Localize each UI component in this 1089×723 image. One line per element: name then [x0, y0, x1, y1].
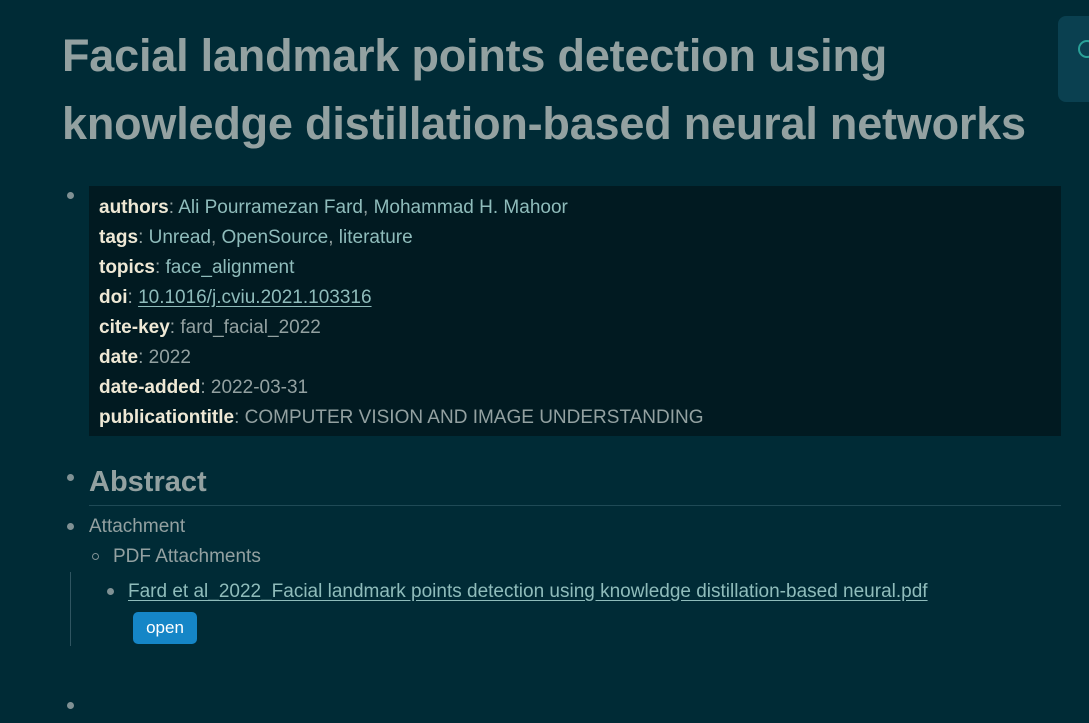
property-key: publicationtitle: [99, 407, 235, 428]
block-bullet[interactable]: [67, 523, 74, 530]
page: Facial landmark points detection using k…: [0, 0, 1089, 723]
property-key: date: [99, 347, 139, 368]
property-publication-title: publicationtitle: COMPUTER VISION AND IM…: [99, 403, 1051, 433]
property-separator: :: [138, 347, 149, 368]
property-cite-key: cite-key: fard_facial_2022: [99, 313, 1051, 343]
property-key: tags: [99, 227, 139, 248]
block-bullet[interactable]: [107, 588, 114, 595]
block-bullet[interactable]: [67, 474, 74, 481]
property-value: fard_facial_2022: [180, 317, 321, 338]
right-sidebar-toggle[interactable]: [1058, 16, 1089, 102]
property-doi: doi: 10.1016/j.cviu.2021.103316: [99, 283, 1051, 313]
property-authors: authors: Ali Pourramezan Fard, Mohammad …: [99, 193, 1051, 223]
author-link[interactable]: Mohammad H. Mahoor: [374, 197, 568, 218]
block-bullet-hollow[interactable]: [92, 553, 99, 560]
empty-block-bullet[interactable]: [67, 702, 74, 709]
property-value: 2022: [148, 347, 191, 368]
property-key: doi: [99, 287, 128, 308]
tag-link[interactable]: literature: [339, 227, 413, 248]
property-date-added: date-added: 2022-03-31: [99, 373, 1051, 403]
property-tags: tags: Unread, OpenSource, literature: [99, 223, 1051, 253]
author-link[interactable]: Ali Pourramezan Fard: [178, 197, 363, 218]
properties-block[interactable]: authors: Ali Pourramezan Fard, Mohammad …: [89, 186, 1061, 436]
property-date: date: 2022: [99, 343, 1051, 373]
property-separator: :: [234, 407, 245, 428]
pdf-attachments-label[interactable]: PDF Attachments: [113, 544, 261, 570]
property-value: COMPUTER VISION AND IMAGE UNDERSTANDING: [244, 407, 704, 428]
pdf-file-link[interactable]: Fard et al_2022_Facial landmark points d…: [128, 579, 928, 605]
block-thread-line: [70, 572, 71, 646]
property-separator: :: [169, 317, 181, 338]
property-topics: topics: face_alignment: [99, 253, 1051, 283]
property-separator: :: [127, 287, 139, 308]
property-separator: :: [168, 197, 179, 218]
doi-link[interactable]: 10.1016/j.cviu.2021.103316: [138, 287, 371, 308]
property-value: 2022-03-31: [210, 377, 309, 398]
property-key: topics: [99, 257, 155, 278]
list-separator: ,: [328, 227, 339, 248]
tag-link[interactable]: Unread: [149, 227, 211, 248]
page-title[interactable]: Facial landmark points detection using k…: [62, 22, 1072, 158]
attachment-label[interactable]: Attachment: [89, 514, 185, 540]
property-key: cite-key: [99, 317, 170, 338]
property-separator: :: [154, 257, 166, 278]
property-key: date-added: [99, 377, 201, 398]
abstract-heading[interactable]: Abstract: [89, 462, 1061, 506]
property-key: authors: [99, 197, 169, 218]
property-separator: :: [138, 227, 149, 248]
topic-link[interactable]: face_alignment: [166, 257, 295, 278]
tag-link[interactable]: OpenSource: [222, 227, 329, 248]
property-separator: :: [200, 377, 211, 398]
list-separator: ,: [363, 197, 374, 218]
open-pdf-button[interactable]: open: [133, 612, 197, 644]
circle-icon: [1078, 40, 1089, 58]
list-separator: ,: [210, 227, 222, 248]
block-bullet[interactable]: [67, 192, 74, 199]
